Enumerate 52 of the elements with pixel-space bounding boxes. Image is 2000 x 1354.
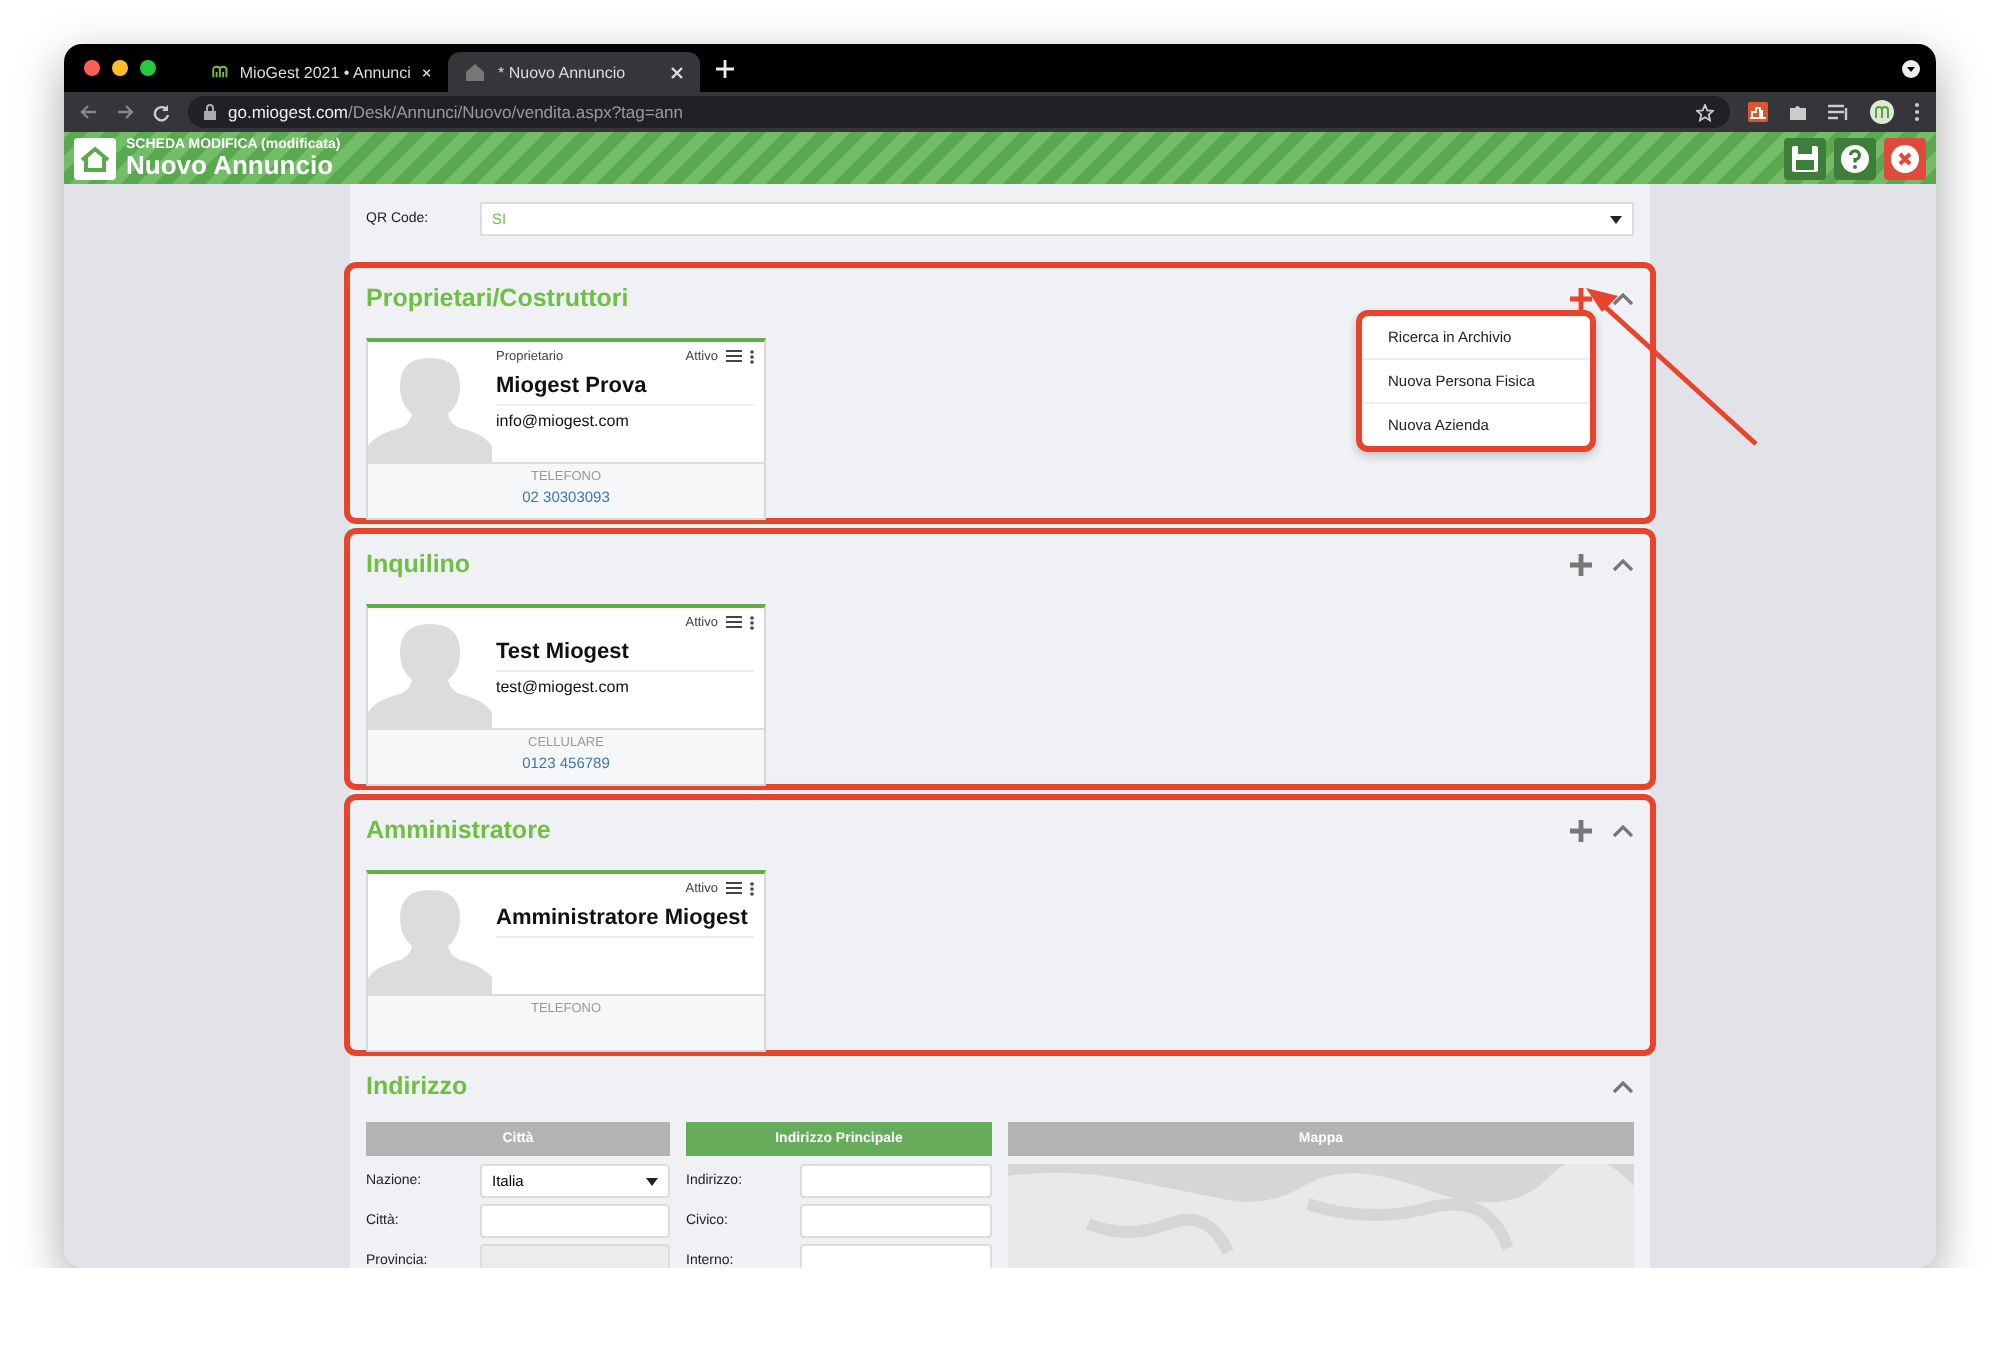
caret-icon [646, 1177, 658, 1185]
input-field[interactable] [480, 1204, 670, 1238]
input-field[interactable] [800, 1164, 992, 1198]
caret-icon [1610, 215, 1622, 223]
add-icon[interactable] [1570, 553, 1592, 575]
contact-name: Amministratore Miogest [496, 906, 754, 938]
section-title: Amministratore [366, 816, 553, 844]
contact-name: Miogest Prova [496, 374, 754, 406]
home-button[interactable] [74, 137, 116, 179]
back-icon[interactable] [80, 104, 98, 120]
contact-name: Test Miogest [496, 640, 754, 672]
extension-icon[interactable] [1748, 102, 1768, 122]
contact-email: test@miogest.com [496, 678, 631, 696]
section-title: Inquilino [366, 550, 473, 578]
close-window-icon[interactable] [84, 60, 100, 76]
page-title: Nuovo Annuncio [126, 152, 334, 178]
minimize-window-icon[interactable] [112, 60, 128, 76]
add-icon[interactable] [1570, 819, 1592, 841]
collapse-icon[interactable] [1612, 823, 1634, 837]
help-button[interactable] [1834, 137, 1876, 179]
dropdown-icon[interactable] [1902, 60, 1920, 78]
contact-email: info@miogest.com [496, 412, 631, 430]
list-icon[interactable] [726, 616, 742, 628]
avatar-icon[interactable] [1870, 100, 1894, 124]
new-tab-icon[interactable] [716, 59, 734, 77]
list-icon[interactable] [726, 350, 742, 362]
collapse-icon[interactable] [1612, 557, 1634, 571]
close-button[interactable] [1884, 137, 1926, 179]
zoom-window-icon[interactable] [140, 60, 156, 76]
section-title: Proprietari/Costruttori [366, 284, 631, 312]
close-icon[interactable] [422, 65, 432, 79]
list-icon[interactable] [726, 882, 742, 894]
collapse-icon[interactable] [1612, 291, 1634, 305]
browser-tab[interactable]: * Nuovo Annuncio [448, 52, 700, 92]
input-field[interactable] [800, 1204, 992, 1238]
save-button[interactable] [1784, 137, 1826, 179]
collapse-icon[interactable] [1612, 1079, 1634, 1093]
forward-icon[interactable] [116, 104, 134, 120]
star-icon[interactable] [1696, 103, 1714, 121]
playlist-icon[interactable] [1828, 103, 1850, 121]
add-icon[interactable] [1570, 287, 1592, 309]
lock-icon [204, 104, 216, 120]
address-bar[interactable]: go.miogest.com/Desk/Annunci/Nuovo/vendita.aspx?tag=ann [188, 96, 1730, 128]
section-title: Indirizzo [366, 1072, 470, 1100]
browser-tab[interactable]: MioGest 2021 • Annunci [196, 52, 448, 92]
reload-icon[interactable] [152, 103, 170, 121]
house-icon [464, 62, 486, 82]
url-text: go.miogest.com/Desk/Annunci/Nuovo/vendita.aspx?tag=ann [228, 102, 684, 122]
menu-icon[interactable] [1914, 102, 1920, 122]
input-field[interactable] [800, 1244, 992, 1268]
close-icon[interactable] [670, 65, 684, 79]
logo-icon [212, 62, 228, 82]
